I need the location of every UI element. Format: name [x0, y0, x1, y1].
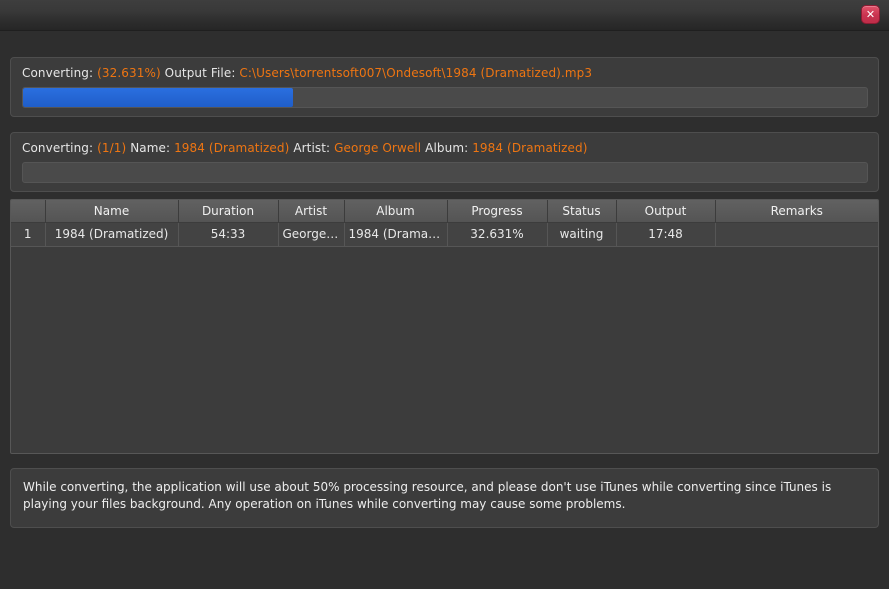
cell-progress: 32.631% [447, 222, 548, 247]
column-header-artist[interactable]: Artist [278, 200, 345, 223]
cell-album: 1984 (Dramatize... [344, 222, 448, 247]
table-header-row: Name Duration Artist Album Progress Stat… [11, 200, 878, 223]
close-icon-glyph: ✕ [865, 8, 876, 21]
conversion-grid: Name Duration Artist Album Progress Stat… [11, 200, 878, 247]
column-header-status[interactable]: Status [547, 200, 617, 223]
table-row[interactable]: 1 1984 (Dramatized) 54:33 George O... 19… [11, 222, 878, 247]
track-artist-label: Artist: [293, 141, 331, 155]
cell-output: 17:48 [616, 222, 716, 247]
info-note-panel: While converting, the application will u… [10, 468, 879, 528]
converting-file-percent: (32.631%) [97, 66, 161, 80]
converting-track-status-line: Converting: (1/1) Name: 1984 (Dramatized… [22, 141, 588, 155]
cell-name: 1984 (Dramatized) [45, 222, 179, 247]
track-artist-value: George Orwell [334, 141, 422, 155]
overall-progress-fill [23, 88, 294, 107]
column-header-output[interactable]: Output [616, 200, 716, 223]
output-file-label: Output File: [164, 66, 236, 80]
action-bar: Start Stop [0, 530, 889, 589]
column-header-name[interactable]: Name [45, 200, 179, 223]
cell-index: 1 [11, 222, 46, 247]
column-header-remarks[interactable]: Remarks [715, 200, 878, 223]
output-file-path: C:\Users\torrentsoft007\Ondesoft\1984 (D… [239, 66, 593, 80]
track-name-label: Name: [130, 141, 171, 155]
info-note-text: While converting, the application will u… [23, 480, 832, 511]
track-name-value: 1984 (Dramatized) [174, 141, 290, 155]
converting-track-label: Converting: [22, 141, 94, 155]
track-album-label: Album: [425, 141, 469, 155]
column-header-progress[interactable]: Progress [447, 200, 548, 223]
converting-file-label: Converting: [22, 66, 94, 80]
converting-file-status-line: Converting: (32.631%) Output File: C:\Us… [22, 66, 592, 80]
converting-track-panel: Converting: (1/1) Name: 1984 (Dramatized… [10, 132, 879, 192]
cell-duration: 54:33 [178, 222, 279, 247]
title-bar: ✕ [0, 0, 889, 31]
converting-file-panel: Converting: (32.631%) Output File: C:\Us… [10, 57, 879, 117]
column-header-duration[interactable]: Duration [178, 200, 279, 223]
converting-track-counter: (1/1) [97, 141, 127, 155]
file-list-table[interactable]: Name Duration Artist Album Progress Stat… [10, 199, 879, 454]
column-header-album[interactable]: Album [344, 200, 448, 223]
cell-status: waiting [547, 222, 617, 247]
track-progress-bar [22, 162, 868, 183]
overall-progress-bar [22, 87, 868, 108]
track-album-value: 1984 (Dramatized) [472, 141, 588, 155]
cell-artist: George O... [278, 222, 345, 247]
close-icon[interactable]: ✕ [861, 5, 880, 24]
column-header-index[interactable] [11, 200, 46, 223]
cell-remarks [715, 222, 878, 247]
